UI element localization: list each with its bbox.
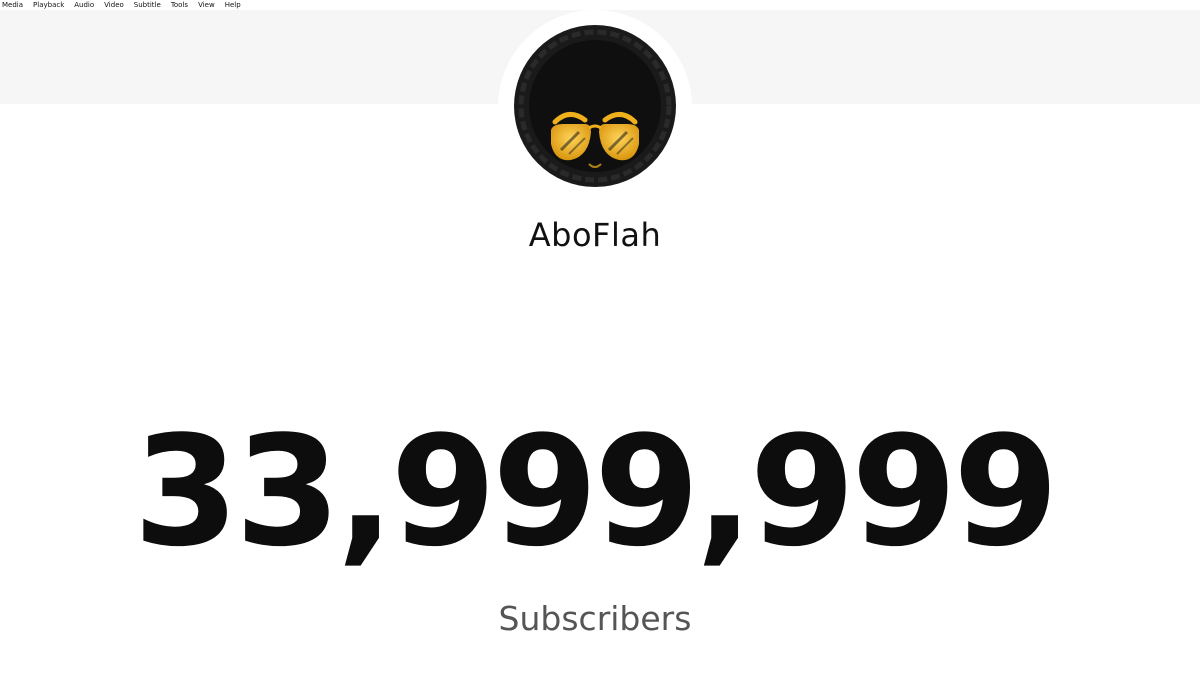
menu-subtitle[interactable]: Subtitle — [134, 1, 161, 9]
afro-sunglasses-avatar-icon[interactable] — [513, 24, 677, 188]
menu-playback[interactable]: Playback — [33, 1, 64, 9]
menu-view[interactable]: View — [198, 1, 215, 9]
menu-audio[interactable]: Audio — [74, 1, 94, 9]
menu-tools[interactable]: Tools — [171, 1, 188, 9]
menu-media[interactable]: Media — [2, 1, 23, 9]
subscriber-label: Subscribers — [498, 599, 692, 638]
channel-name: AboFlah — [528, 216, 662, 254]
menu-video[interactable]: Video — [104, 1, 124, 9]
subscriber-count: 33,999,999 — [133, 403, 1059, 580]
menu-bar: Media Playback Audio Video Subtitle Tool… — [0, 0, 1200, 10]
menu-help[interactable]: Help — [225, 1, 241, 9]
